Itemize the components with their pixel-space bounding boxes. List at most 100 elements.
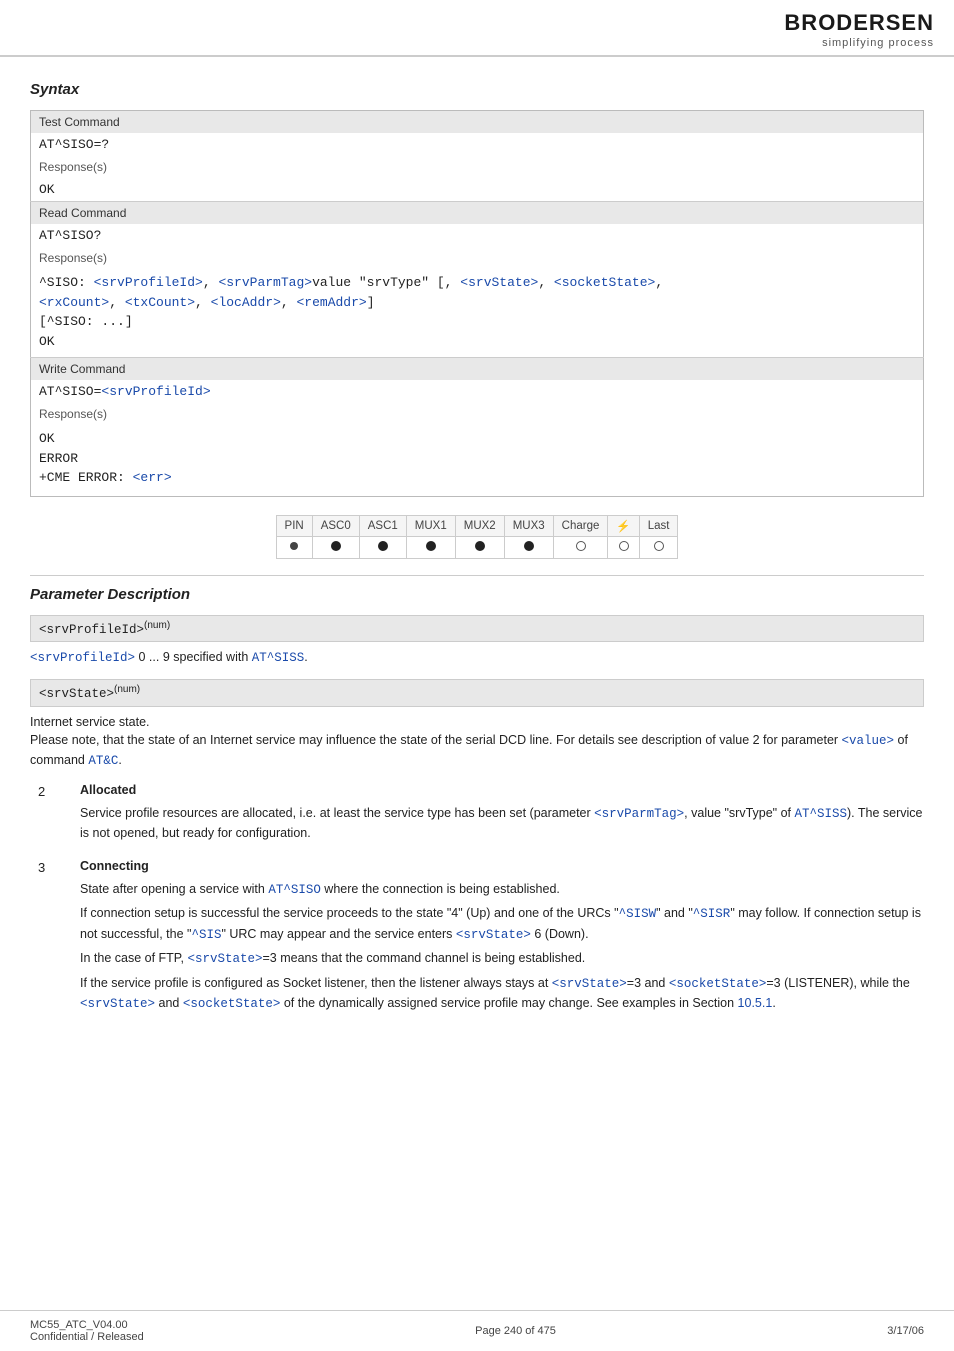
read-resp-srvParmTag: <srvParmTag> [218, 275, 312, 290]
write-command-label: Write Command [31, 358, 924, 381]
status-mux3-cell [504, 536, 553, 558]
write-command-response-row: OK ERROR +CME ERROR: <err> [31, 425, 924, 496]
read-resp-srvState: <srvState> [460, 275, 538, 290]
param-body-3b: If connection setup is successful the se… [80, 904, 924, 945]
read-command-response-row: ^SISO: <srvProfileId>, <srvParmTag>value… [31, 269, 924, 358]
read-resp-sep2: , [195, 295, 211, 310]
status-col-last: Last [639, 515, 678, 536]
param-srvState-name: <srvState> [39, 688, 114, 702]
mux2-indicator [475, 541, 485, 551]
footer-doc-id: MC55_ATC_V04.00 [30, 1319, 144, 1331]
param-ref-srvState2: <srvState> [456, 928, 531, 942]
read-resp-optional: [^SISO: ...] [39, 314, 133, 329]
read-resp-sep1: , [109, 295, 125, 310]
page-footer: MC55_ATC_V04.00 Confidential / Released … [0, 1310, 954, 1351]
logo-brand: BRODERSEN [784, 10, 934, 35]
param-ref-socketState: <socketState> [669, 977, 767, 991]
bolt-indicator [619, 541, 629, 551]
status-mux1-cell [406, 536, 455, 558]
asc1-indicator [378, 541, 388, 551]
read-command-code-row: AT^SISO? [31, 224, 924, 247]
status-col-asc0: ASC0 [312, 515, 359, 536]
footer-status: Confidential / Released [30, 1331, 144, 1343]
param-body-3a: State after opening a service with AT^SI… [80, 880, 924, 900]
write-resp-err: <err> [133, 470, 172, 485]
status-col-mux2: MUX2 [455, 515, 504, 536]
status-pin-cell [276, 536, 312, 558]
param-ref-sisr: ^SISR [693, 907, 731, 921]
test-command-header-row: Test Command [31, 111, 924, 134]
mux1-indicator [426, 541, 436, 551]
read-command-response-label-row: Response(s) [31, 247, 924, 269]
status-last-cell [639, 536, 678, 558]
charge-indicator [576, 541, 586, 551]
param-title-3: Connecting [80, 857, 924, 876]
param-ref-srvState4: <srvState> [552, 977, 627, 991]
main-content: Syntax Test Command AT^SISO=? Response(s… [0, 57, 954, 1048]
read-resp-locAddr: <locAddr> [211, 295, 281, 310]
param-ref-srvParmTag: <srvParmTag> [594, 807, 684, 821]
param-body-3c: In the case of FTP, <srvState>=3 means t… [80, 949, 924, 969]
write-resp-cme: +CME ERROR: <err> [39, 468, 915, 488]
read-resp-socketState: <socketState> [554, 275, 655, 290]
mux3-indicator [524, 541, 534, 551]
write-command-response-label: Response(s) [31, 403, 924, 425]
logo-subtitle: simplifying process [822, 37, 934, 49]
param-ref-sis: ^SIS [191, 928, 221, 942]
param-title-2: Allocated [80, 781, 924, 800]
param-desc-title: Parameter Description [30, 586, 924, 603]
logo-text: BRODERSEN [784, 10, 934, 36]
read-response-line4: OK [39, 332, 915, 352]
read-command-response-label: Response(s) [31, 247, 924, 269]
param-ref-srvState3: <srvState> [187, 952, 262, 966]
footer-left: MC55_ATC_V04.00 Confidential / Released [30, 1319, 144, 1343]
test-command-response-label: Response(s) [31, 156, 924, 178]
read-resp-remAddr: <remAddr> [296, 295, 366, 310]
write-command-code-row: AT^SISO=<srvProfileId> [31, 380, 924, 403]
page-header: BRODERSEN simplifying process [0, 0, 954, 57]
syntax-table: Test Command AT^SISO=? Response(s) OK Re… [30, 110, 924, 497]
test-command-label: Test Command [31, 111, 924, 134]
status-asc0-cell [312, 536, 359, 558]
read-command-header-row: Read Command [31, 202, 924, 225]
param-srvProfileId-header: <srvProfileId>(num) [30, 615, 924, 642]
status-col-mux1: MUX1 [406, 515, 455, 536]
test-command-code: AT^SISO=? [31, 133, 924, 156]
read-response-line1: ^SISO: <srvProfileId>, <srvParmTag>value… [39, 273, 915, 293]
pin-indicator [290, 542, 298, 550]
read-resp-txCount: <txCount> [125, 295, 195, 310]
footer-date: 3/17/06 [887, 1325, 924, 1337]
write-resp-ok: OK [39, 429, 915, 449]
read-resp-value: value "srvType" [, [312, 275, 460, 290]
read-resp-comma2: , [538, 275, 554, 290]
param-body-2: Service profile resources are allocated,… [80, 804, 924, 844]
param-section-ref[interactable]: 10.5.1 [738, 996, 773, 1010]
param-content-2: Allocated Service profile resources are … [80, 781, 924, 844]
status-bolt-cell [608, 536, 639, 558]
read-resp-comma1: , [203, 275, 219, 290]
read-resp-rxCount: <rxCount> [39, 295, 109, 310]
param-ref-atsiso: AT^SISO [268, 883, 321, 897]
param-srvState-desc: Internet service state. Please note, tha… [30, 713, 924, 771]
status-mux2-cell [455, 536, 504, 558]
status-col-bolt: ⚡ [608, 515, 639, 536]
param-ref-socketState2: <socketState> [183, 997, 281, 1011]
param-item-3: 3 Connecting State after opening a servi… [30, 857, 924, 1014]
asc0-indicator [331, 541, 341, 551]
write-command-code: AT^SISO=<srvProfileId> [31, 380, 924, 403]
logo-area: BRODERSEN simplifying process [784, 10, 934, 49]
status-col-mux3: MUX3 [504, 515, 553, 536]
param-srvProfileId-ref: <srvProfileId> [30, 651, 135, 665]
param-srvProfileId-sup: (num) [144, 620, 170, 631]
param-srvProfileId-atcmd: AT^SISS [252, 651, 305, 665]
write-command-header-row: Write Command [31, 358, 924, 381]
status-charge-cell [553, 536, 608, 558]
param-num-3: 3 [30, 857, 80, 1014]
read-resp-srvProfileId: <srvProfileId> [94, 275, 203, 290]
syntax-title: Syntax [30, 81, 924, 98]
status-asc1-cell [359, 536, 406, 558]
param-srvState-header: <srvState>(num) [30, 679, 924, 706]
last-indicator [654, 541, 664, 551]
footer-center: Page 240 of 475 [475, 1325, 556, 1337]
read-resp-ok: OK [39, 334, 55, 349]
